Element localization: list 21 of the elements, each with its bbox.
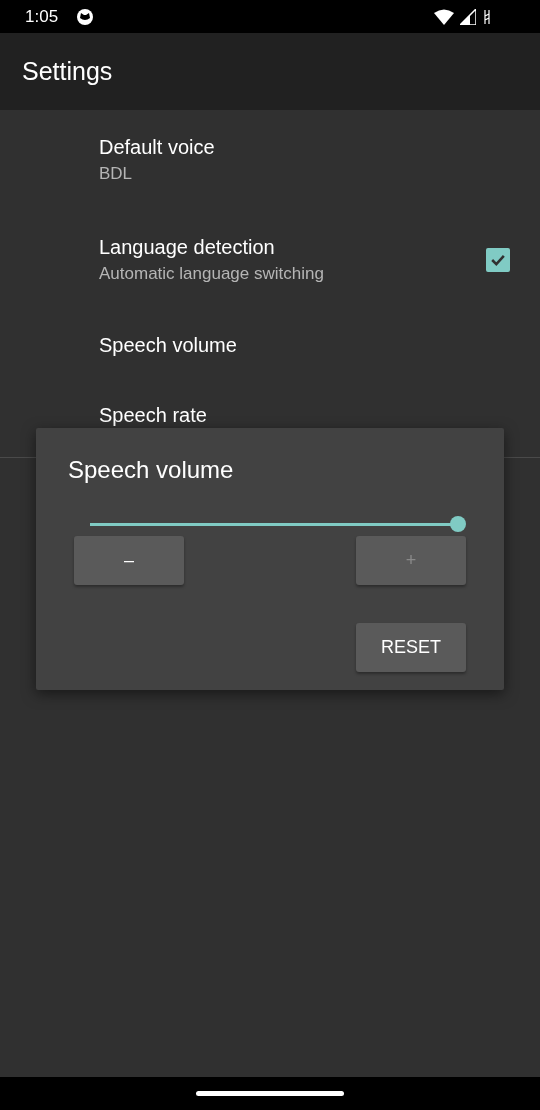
preference-item[interactable]: Language detection Automatic language switching [0, 210, 540, 310]
preference-title: Language detection [99, 236, 276, 259]
preference-item[interactable]: Speech volume [0, 310, 540, 380]
preference-summary: BDL [99, 164, 134, 184]
checkbox[interactable] [486, 248, 510, 272]
app-bar-title: Settings [22, 57, 113, 86]
preference-item[interactable]: Default voice BDL [0, 110, 540, 210]
cat-face-icon [76, 7, 95, 26]
preference-title: Default voice [99, 136, 216, 159]
reset-button[interactable]: RESET [356, 623, 466, 672]
volume-slider[interactable] [90, 514, 466, 534]
preference-summary: Automatic language switching [99, 264, 325, 284]
preference-title: Speech volume [99, 333, 238, 357]
preference-title: Speech rate [99, 403, 208, 427]
wifi-icon [434, 8, 454, 25]
decrease-button[interactable]: – [74, 536, 184, 585]
status-time: 1:05 [25, 6, 59, 27]
signal-icon [460, 8, 476, 25]
home-handle[interactable] [196, 1091, 344, 1096]
dialog-title: Speech volume [68, 456, 235, 484]
slider-thumb[interactable] [450, 516, 466, 532]
